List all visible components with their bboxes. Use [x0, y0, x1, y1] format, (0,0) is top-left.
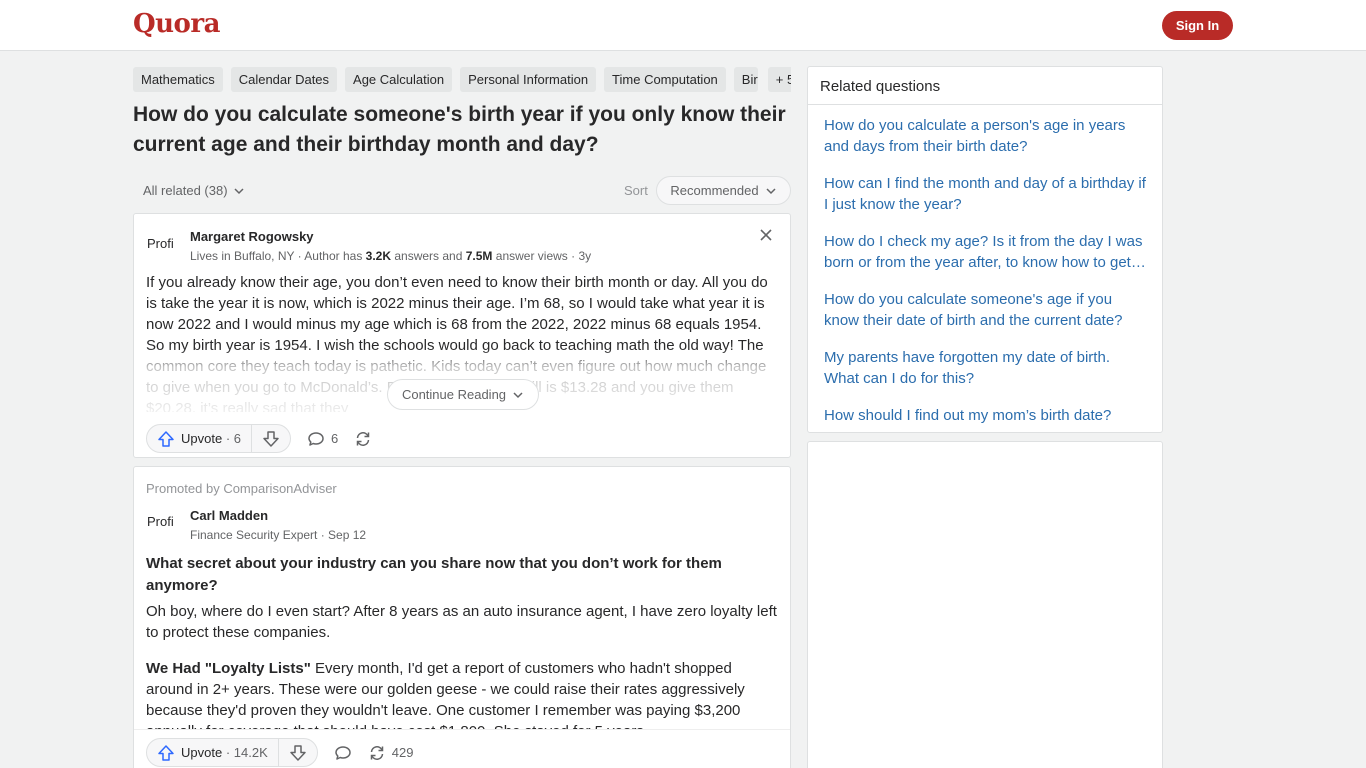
answer-actions: Upvote · 6 6	[146, 424, 372, 453]
promoted-title[interactable]: What secret about your industry can you …	[146, 553, 776, 597]
all-related-dropdown[interactable]: All related (38)	[143, 183, 245, 198]
comments-button[interactable]: 6	[307, 430, 338, 448]
upvote-label: Upvote	[181, 745, 223, 760]
promoted-bold-lead: We Had "Loyalty Lists"	[146, 660, 311, 677]
related-questions-panel: Related questions How do you calculate a…	[807, 66, 1163, 433]
close-icon[interactable]	[758, 227, 774, 243]
more-topics-button[interactable]: + 5	[767, 67, 791, 92]
related-question[interactable]: How should I find out my mom’s birth dat…	[824, 405, 1146, 426]
upvote-label: Upvote	[181, 431, 223, 446]
upvote-count: 14.2K	[233, 745, 268, 760]
comments-count: 6	[331, 431, 339, 446]
downvote-arrow-icon	[290, 744, 306, 761]
downvote-arrow-icon	[263, 430, 279, 447]
sort-dropdown[interactable]: Recommended	[656, 176, 791, 205]
topic-chip[interactable]: Bir	[733, 67, 758, 92]
promoted-body: Oh boy, where do I even start? After 8 y…	[146, 601, 780, 731]
related-question[interactable]: My parents have forgotten my date of bir…	[824, 347, 1146, 389]
share-button[interactable]	[354, 430, 372, 448]
sidebar-ad-slot	[807, 441, 1163, 768]
avatar[interactable]: Profi	[146, 227, 182, 263]
related-question[interactable]: How do I check my age? Is it from the da…	[824, 231, 1146, 273]
sign-in-button[interactable]: Sign In	[1162, 11, 1233, 40]
upvote-count: 6	[233, 431, 241, 446]
related-question[interactable]: How can I find the month and day of a bi…	[824, 173, 1146, 215]
chevron-down-icon	[766, 187, 776, 194]
chevron-down-icon	[513, 391, 523, 398]
upvote-button[interactable]: Upvote · 14.2K	[147, 739, 279, 766]
related-questions-heading: Related questions	[808, 67, 1162, 105]
reshare-icon	[356, 431, 370, 446]
downvote-button[interactable]	[279, 739, 317, 766]
related-question[interactable]: How do you calculate a person's age in y…	[824, 115, 1146, 157]
author-credential: Finance Security Expert · Sep 12	[190, 528, 367, 542]
topic-chips: Mathematics Calendar Dates Age Calculati…	[133, 67, 791, 92]
continue-reading-label: Continue Reading	[401, 387, 507, 402]
vote-group: Upvote · 14.2K	[146, 738, 318, 767]
sort-label: Sort	[624, 183, 648, 198]
quora-logo[interactable]: Quora	[133, 9, 220, 39]
answer-filter-bar: All related (38) Sort Recommended	[133, 176, 791, 205]
downvote-button[interactable]	[252, 425, 290, 452]
comment-bubble-icon	[308, 431, 324, 446]
topic-chip[interactable]: Time Computation	[604, 67, 726, 92]
comment-bubble-icon	[335, 745, 351, 760]
upvote-arrow-icon	[158, 744, 174, 761]
promoted-card: Promoted by ComparisonAdviser Profi Carl…	[133, 466, 791, 768]
reshare-icon	[370, 745, 383, 760]
question-title: How do you calculate someone's birth yea…	[133, 103, 786, 156]
vote-group: Upvote · 6	[146, 424, 291, 453]
promoted-intro: Oh boy, where do I even start? After 8 y…	[146, 603, 777, 641]
topic-chip[interactable]: Age Calculation	[345, 67, 453, 92]
avatar[interactable]: Profi	[146, 505, 182, 541]
topic-chip[interactable]: Mathematics	[133, 67, 223, 92]
topic-chip[interactable]: Calendar Dates	[230, 67, 338, 92]
promoted-paragraph: We Had "Loyalty Lists" Every month, I'd …	[146, 660, 745, 731]
promoted-actions: Upvote · 14.2K 429	[146, 738, 413, 767]
upvote-arrow-icon	[158, 430, 174, 447]
comments-button[interactable]	[334, 744, 352, 762]
promoted-label[interactable]: Promoted by ComparisonAdviser	[146, 481, 337, 496]
promoted-action-bar: Upvote · 14.2K 429	[134, 729, 790, 768]
continue-reading-button[interactable]: Continue Reading	[387, 379, 539, 410]
author-name[interactable]: Carl Madden	[190, 508, 268, 523]
sort-value: Recommended	[670, 183, 759, 198]
related-question[interactable]: How do you calculate someone's age if yo…	[824, 289, 1146, 331]
answer-card: Profi Margaret Rogowsky Lives in Buffalo…	[133, 213, 791, 458]
related-questions-list: How do you calculate a person's age in y…	[808, 105, 1162, 426]
top-bar: Quora Sign In	[0, 0, 1366, 51]
author-credential: Lives in Buffalo, NY · Author has 3.2K a…	[190, 249, 592, 263]
all-related-label: All related (38)	[143, 183, 228, 198]
upvote-button[interactable]: Upvote · 6	[147, 425, 252, 452]
share-button[interactable]: 429	[368, 744, 414, 762]
shares-count: 429	[391, 745, 414, 760]
chevron-down-icon	[234, 187, 244, 194]
author-name[interactable]: Margaret Rogowsky	[190, 229, 314, 244]
topic-chip[interactable]: Personal Information	[460, 67, 597, 92]
